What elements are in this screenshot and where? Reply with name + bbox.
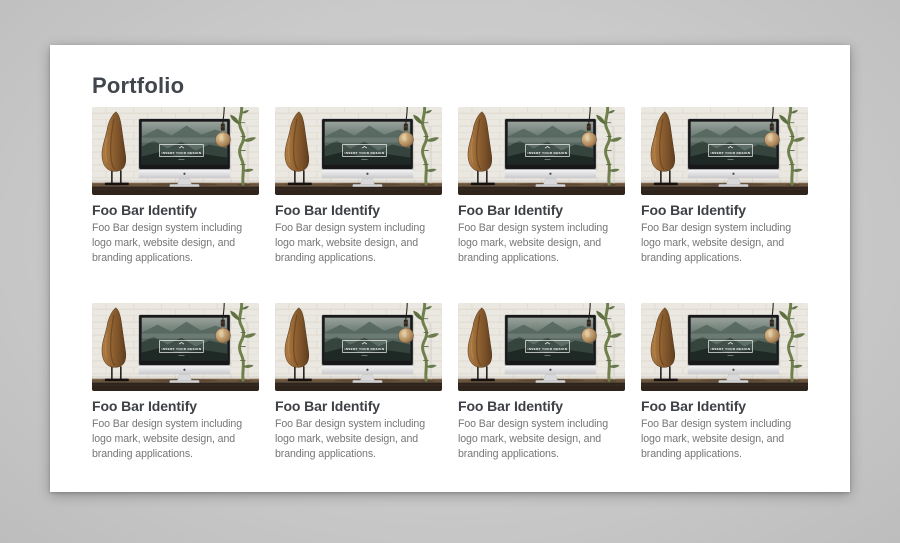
imac-screen: INSERT YOUR DESIGN bbox=[508, 122, 593, 165]
imac: INSERT YOUR DESIGN bbox=[688, 119, 779, 187]
imac-stand bbox=[726, 178, 740, 184]
imac-desk-mockup-image: INSERT YOUR DESIGN bbox=[92, 303, 259, 391]
apple-logo-icon bbox=[366, 369, 368, 371]
portfolio-item-title: Foo Bar Identify bbox=[92, 399, 259, 414]
imac-desk-mockup-image: INSERT YOUR DESIGN bbox=[641, 303, 808, 391]
apple-logo-icon bbox=[732, 369, 734, 371]
imac: INSERT YOUR DESIGN bbox=[322, 119, 413, 187]
apple-logo-icon bbox=[549, 173, 551, 175]
portfolio-thumbnail[interactable]: INSERT YOUR DESIGN bbox=[92, 107, 259, 195]
portfolio-item: INSERT YOUR DESIGN bbox=[641, 303, 808, 462]
screen-label: INSERT YOUR DESIGN bbox=[528, 151, 568, 155]
portfolio-item: INSERT YOUR DESIGN bbox=[275, 303, 442, 462]
portfolio-item-title: Foo Bar Identify bbox=[458, 399, 625, 414]
portfolio-item-description: Foo Bar design system including logo mar… bbox=[92, 417, 259, 462]
portfolio-thumbnail[interactable]: INSERT YOUR DESIGN bbox=[275, 303, 442, 391]
page-title: Portfolio bbox=[92, 73, 808, 98]
imac: INSERT YOUR DESIGN bbox=[139, 315, 230, 383]
portfolio-item-description: Foo Bar design system including logo mar… bbox=[458, 221, 625, 266]
portfolio-item: INSERT YOUR DESIGN bbox=[92, 303, 259, 462]
portfolio-card: Portfolio bbox=[50, 45, 850, 492]
imac-screen: INSERT YOUR DESIGN bbox=[142, 122, 227, 165]
portfolio-item-description: Foo Bar design system including logo mar… bbox=[641, 221, 808, 266]
imac-desk-mockup-image: INSERT YOUR DESIGN bbox=[275, 303, 442, 391]
portfolio-item-title: Foo Bar Identify bbox=[641, 399, 808, 414]
portfolio-item: INSERT YOUR DESIGN bbox=[641, 107, 808, 266]
apple-logo-icon bbox=[549, 369, 551, 371]
imac-stand bbox=[177, 374, 191, 380]
screen-label: INSERT YOUR DESIGN bbox=[345, 151, 385, 155]
imac-stand bbox=[543, 178, 557, 184]
screen-label: INSERT YOUR DESIGN bbox=[162, 347, 202, 351]
imac-stand bbox=[360, 374, 374, 380]
portfolio-item: INSERT YOUR DESIGN bbox=[275, 107, 442, 266]
portfolio-thumbnail[interactable]: INSERT YOUR DESIGN bbox=[641, 303, 808, 391]
screen-label: INSERT YOUR DESIGN bbox=[711, 151, 751, 155]
imac-desk-mockup-image: INSERT YOUR DESIGN bbox=[641, 107, 808, 195]
imac-screen: INSERT YOUR DESIGN bbox=[691, 122, 776, 165]
portfolio-item: INSERT YOUR DESIGN bbox=[92, 107, 259, 266]
imac-stand bbox=[726, 374, 740, 380]
portfolio-item-description: Foo Bar design system including logo mar… bbox=[275, 417, 442, 462]
imac-screen: INSERT YOUR DESIGN bbox=[691, 318, 776, 361]
apple-logo-icon bbox=[183, 369, 185, 371]
portfolio-item-description: Foo Bar design system including logo mar… bbox=[458, 417, 625, 462]
imac-screen: INSERT YOUR DESIGN bbox=[508, 318, 593, 361]
portfolio-item-description: Foo Bar design system including logo mar… bbox=[275, 221, 442, 266]
portfolio-thumbnail[interactable]: INSERT YOUR DESIGN bbox=[641, 107, 808, 195]
portfolio-item-description: Foo Bar design system including logo mar… bbox=[641, 417, 808, 462]
imac-desk-mockup-image: INSERT YOUR DESIGN bbox=[275, 107, 442, 195]
imac-desk-mockup-image: INSERT YOUR DESIGN bbox=[458, 303, 625, 391]
portfolio-grid: INSERT YOUR DESIGN bbox=[92, 107, 808, 462]
screen-label: INSERT YOUR DESIGN bbox=[345, 347, 385, 351]
imac-stand bbox=[177, 178, 191, 184]
portfolio-item-title: Foo Bar Identify bbox=[275, 399, 442, 414]
apple-logo-icon bbox=[732, 173, 734, 175]
imac-desk-mockup-image: INSERT YOUR DESIGN bbox=[458, 107, 625, 195]
screen-label: INSERT YOUR DESIGN bbox=[711, 347, 751, 351]
screen-label: INSERT YOUR DESIGN bbox=[162, 151, 202, 155]
imac-screen: INSERT YOUR DESIGN bbox=[325, 122, 410, 165]
portfolio-item-description: Foo Bar design system including logo mar… bbox=[92, 221, 259, 266]
imac-screen: INSERT YOUR DESIGN bbox=[325, 318, 410, 361]
portfolio-item-title: Foo Bar Identify bbox=[458, 203, 625, 218]
imac: INSERT YOUR DESIGN bbox=[505, 119, 596, 187]
imac-stand bbox=[360, 178, 374, 184]
apple-logo-icon bbox=[183, 173, 185, 175]
portfolio-thumbnail[interactable]: INSERT YOUR DESIGN bbox=[275, 107, 442, 195]
imac: INSERT YOUR DESIGN bbox=[505, 315, 596, 383]
portfolio-item-title: Foo Bar Identify bbox=[275, 203, 442, 218]
portfolio-thumbnail[interactable]: INSERT YOUR DESIGN bbox=[92, 303, 259, 391]
portfolio-item: INSERT YOUR DESIGN bbox=[458, 107, 625, 266]
imac: INSERT YOUR DESIGN bbox=[139, 119, 230, 187]
apple-logo-icon bbox=[366, 173, 368, 175]
portfolio-thumbnail[interactable]: INSERT YOUR DESIGN bbox=[458, 303, 625, 391]
screen-label: INSERT YOUR DESIGN bbox=[528, 347, 568, 351]
portfolio-item-title: Foo Bar Identify bbox=[92, 203, 259, 218]
portfolio-item: INSERT YOUR DESIGN bbox=[458, 303, 625, 462]
imac-screen: INSERT YOUR DESIGN bbox=[142, 318, 227, 361]
page-background: { "page": { "heading": "Portfolio" }, "c… bbox=[0, 0, 900, 543]
imac: INSERT YOUR DESIGN bbox=[688, 315, 779, 383]
imac-desk-mockup-image: INSERT YOUR DESIGN bbox=[92, 107, 259, 195]
portfolio-thumbnail[interactable]: INSERT YOUR DESIGN bbox=[458, 107, 625, 195]
imac-stand bbox=[543, 374, 557, 380]
imac: INSERT YOUR DESIGN bbox=[322, 315, 413, 383]
portfolio-item-title: Foo Bar Identify bbox=[641, 203, 808, 218]
